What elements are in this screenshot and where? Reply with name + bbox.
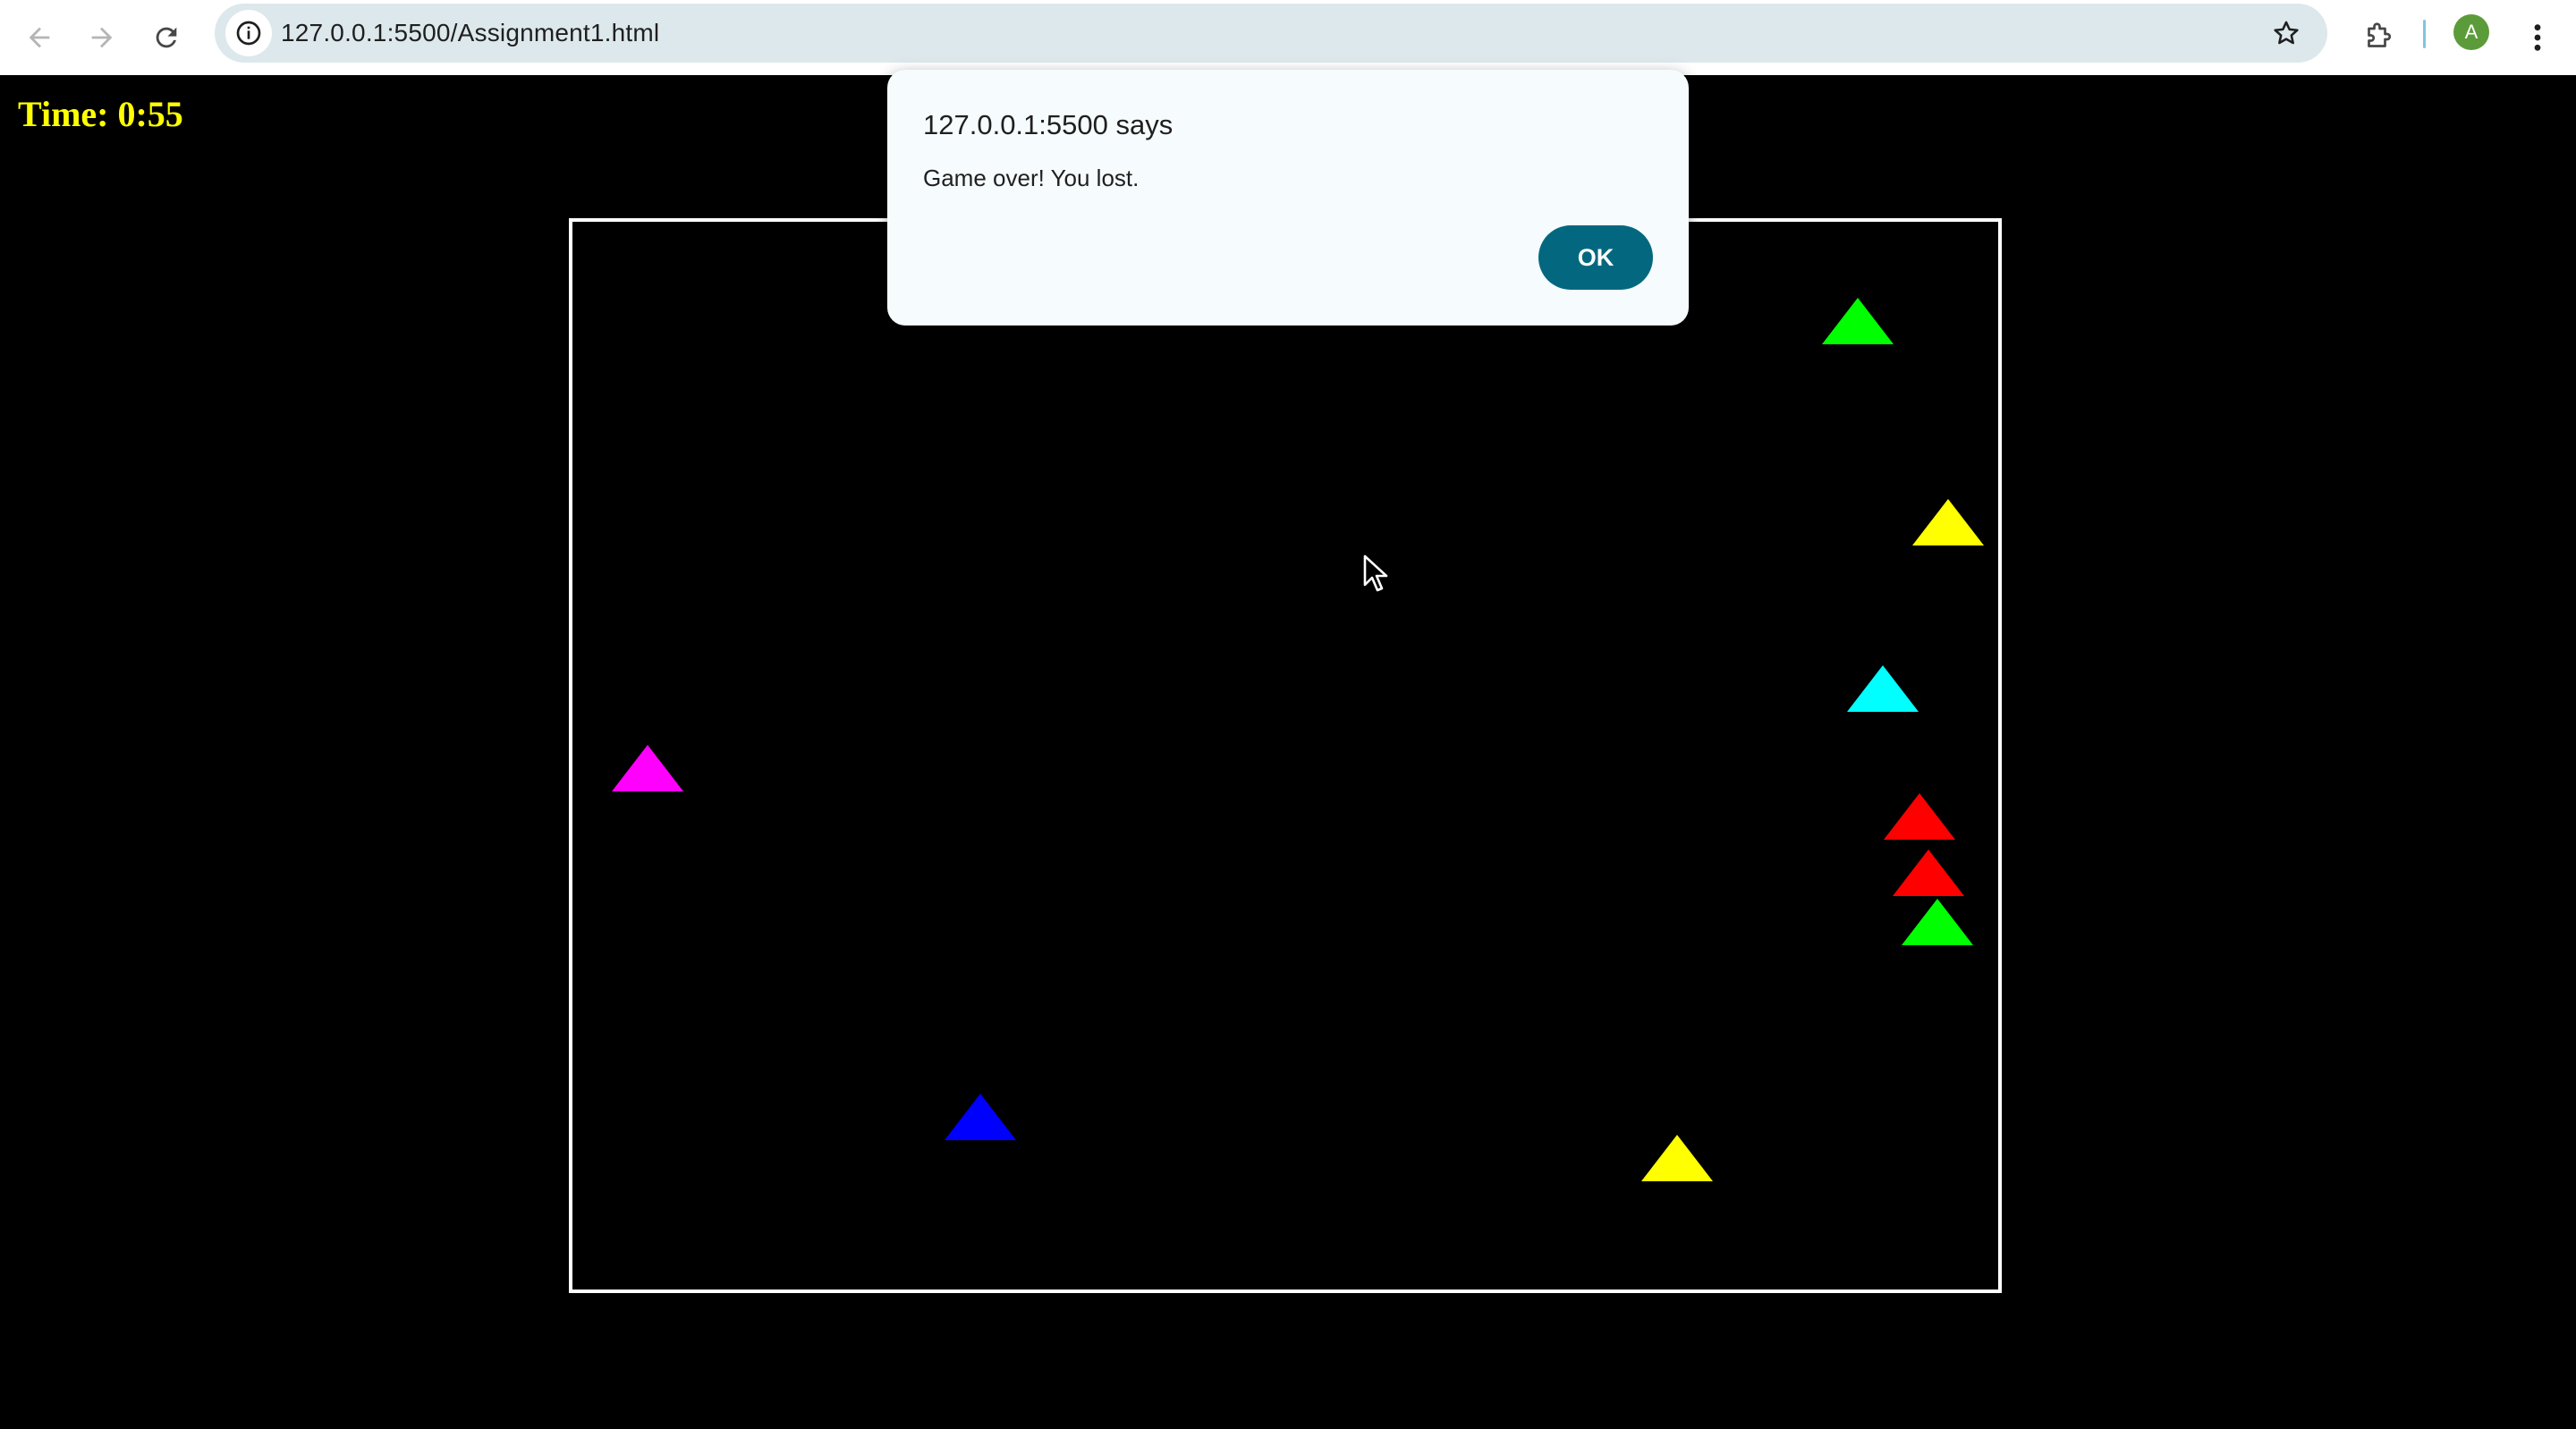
extensions-button[interactable]	[2351, 9, 2406, 64]
arrow-left-icon	[29, 27, 50, 48]
info-icon	[236, 21, 261, 46]
triangle-yellow	[1641, 1135, 1713, 1181]
dialog-title: 127.0.0.1:5500 says	[923, 109, 1174, 140]
site-info-button[interactable]	[225, 10, 272, 56]
triangle-red	[1893, 850, 1964, 896]
reload-icon	[156, 27, 177, 48]
game-canvas[interactable]	[569, 218, 2002, 1293]
triangle-yellow	[1912, 499, 1984, 545]
triangle-blue	[945, 1094, 1016, 1140]
browser-toolbar: A	[0, 0, 2576, 75]
game-timer: Time: 0:55	[18, 94, 183, 134]
toolbar-divider	[2423, 20, 2426, 48]
dialog-message: Game over! You lost.	[923, 165, 1140, 191]
forward-button[interactable]	[75, 11, 129, 64]
star-icon	[2274, 21, 2299, 45]
address-bar[interactable]	[215, 4, 2327, 63]
puzzle-piece-icon	[2368, 22, 2392, 47]
ok-button[interactable]: OK	[1538, 225, 1653, 290]
reload-button[interactable]	[140, 11, 193, 64]
triangle-green	[1822, 298, 1894, 344]
triangle-green	[1902, 899, 1973, 945]
bookmark-button[interactable]	[2263, 10, 2309, 56]
kebab-menu-icon	[2534, 24, 2541, 51]
browser-menu-button[interactable]	[2517, 11, 2558, 64]
back-button[interactable]	[13, 11, 66, 64]
triangle-magenta	[612, 745, 683, 791]
url-input[interactable]	[281, 4, 1980, 63]
triangle-cyan	[1847, 665, 1919, 712]
profile-avatar[interactable]: A	[2453, 14, 2489, 50]
alert-dialog: 127.0.0.1:5500 says Game over! You lost.…	[887, 70, 1689, 326]
triangle-red	[1884, 793, 1955, 840]
arrow-right-icon	[91, 27, 113, 48]
mouse-cursor-icon	[1363, 554, 1388, 592]
